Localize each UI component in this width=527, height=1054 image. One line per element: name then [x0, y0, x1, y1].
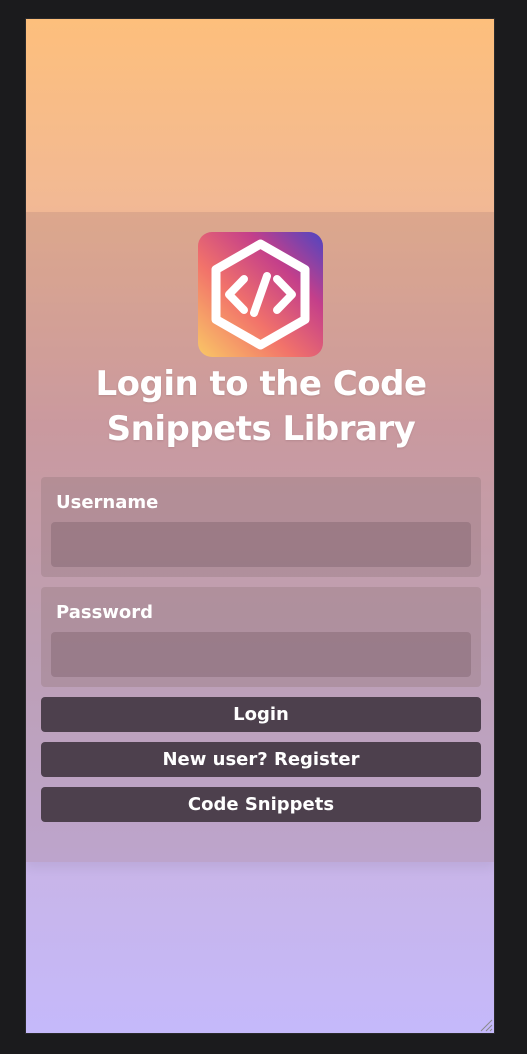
page-title: Login to the Code Snippets Library [95, 364, 427, 449]
username-group: Username [41, 477, 481, 577]
login-button[interactable]: Login [41, 697, 481, 732]
password-group: Password [41, 587, 481, 687]
register-button[interactable]: New user? Register [41, 742, 481, 777]
resize-grip-icon[interactable] [477, 1016, 493, 1032]
password-label: Password [56, 602, 154, 623]
app-window: Login to the Code Snippets Library Usern… [25, 18, 495, 1034]
username-label: Username [56, 492, 159, 513]
password-input[interactable] [51, 632, 471, 677]
username-input[interactable] [51, 522, 471, 567]
code-hexagon-icon [198, 232, 323, 357]
code-snippets-button[interactable]: Code Snippets [41, 787, 481, 822]
